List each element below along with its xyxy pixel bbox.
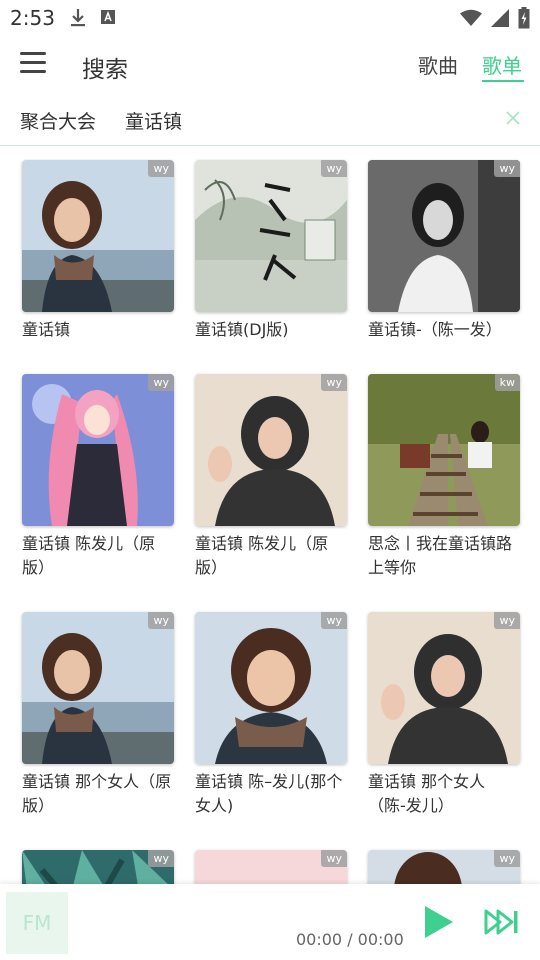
wifi-icon [460,9,482,31]
playlist-title: 思念丨我在童话镇路上等你 [368,534,513,577]
playlist-card[interactable]: wy 童话镇-（陈一发） [368,160,520,342]
skip-next-icon [484,909,518,935]
source-badge: wy [148,850,174,867]
playlist-title: 童话镇 陈发儿（原版） [22,534,156,577]
playlist-card[interactable]: wy [368,850,520,884]
font-a-icon [100,8,116,32]
search-row: 聚合大会 童话镇 [0,94,540,146]
playlist-cover: wy [195,374,347,526]
source-badge: kw [494,374,520,391]
playlist-card[interactable]: wy [22,850,174,884]
download-icon [70,8,86,32]
source-badge: wy [494,850,520,867]
playlist-cover: wy [22,850,174,884]
playlist-card[interactable]: wy [195,850,347,884]
playlist-card[interactable]: wy 童话镇(DJ版) [195,160,347,342]
signal-icon [490,8,510,32]
playlist-title: 童话镇 陈–发儿(那个女人) [195,772,343,815]
search-query-input[interactable]: 童话镇 [125,107,182,134]
playlist-card[interactable]: wy 童话镇 那个女人（陈-发儿） [368,612,520,818]
tab-songs[interactable]: 歌曲 [418,50,458,79]
playlist-title: 童话镇 [22,320,71,339]
playlist-title: 童话镇 那个女人（原版） [22,772,172,815]
playlist-card[interactable]: wy 童话镇 陈发儿（原版） [22,374,174,580]
menu-icon [20,52,50,73]
status-time: 2:53 [10,6,55,30]
playlist-grid: wy 童话镇 wy 童话镇(DJ版) wy 童话镇-（陈一发） wy 童话镇 陈… [0,146,540,884]
playlist-cover: wy [195,160,347,312]
play-icon [425,906,453,938]
playlist-card[interactable]: wy 童话镇 [22,160,174,342]
active-tab-indicator [482,80,524,82]
playlist-cover: kw [368,374,520,526]
battery-charging-icon [518,7,530,33]
now-playing-thumbnail[interactable]: FM [6,892,68,954]
next-button[interactable] [484,908,520,936]
playlist-card[interactable]: wy 童话镇 那个女人（原版） [22,612,174,818]
player-bar: FM 00:00 / 00:00 [0,884,540,960]
source-badge: wy [321,612,347,629]
playlist-title: 童话镇 那个女人（陈-发儿） [368,772,486,815]
playlist-cover: wy [368,850,520,884]
page-title: 搜索 [82,57,128,83]
status-icons-left [70,8,116,32]
close-icon [506,111,520,125]
app-bar: 搜索 歌曲 歌单 [0,36,540,94]
playlist-card[interactable]: wy 童话镇 陈发儿（原版） [195,374,347,580]
playlist-title: 童话镇 陈发儿（原版） [195,534,329,577]
playlist-title: 童话镇-（陈一发） [368,320,502,339]
play-button[interactable] [420,904,456,940]
playlist-cover: wy [22,374,174,526]
playlist-cover: wy [368,612,520,764]
playlist-cover: wy [195,612,347,764]
playlist-title: 童话镇(DJ版) [195,320,289,339]
source-badge: wy [494,612,520,629]
clear-search-button[interactable] [503,108,523,128]
status-bar: 2:53 [0,0,540,36]
source-badge: wy [148,612,174,629]
playlist-cover: wy [22,612,174,764]
playlist-cover: wy [22,160,174,312]
playlist-card[interactable]: wy 童话镇 陈–发儿(那个女人) [195,612,347,818]
source-badge: wy [148,374,174,391]
menu-button[interactable] [20,52,50,78]
source-badge: wy [321,850,347,867]
source-badge: wy [494,160,520,177]
playlist-cover: wy [195,850,347,884]
playlist-card[interactable]: kw 思念丨我在童话镇路上等你 [368,374,520,580]
source-badge: wy [321,374,347,391]
search-source-selector[interactable]: 聚合大会 [20,107,96,134]
status-icons-right [460,7,530,33]
source-badge: wy [148,160,174,177]
source-badge: wy [321,160,347,177]
playback-time: 00:00 / 00:00 [296,930,404,949]
tab-playlists[interactable]: 歌单 [482,50,522,79]
playlist-cover: wy [368,160,520,312]
